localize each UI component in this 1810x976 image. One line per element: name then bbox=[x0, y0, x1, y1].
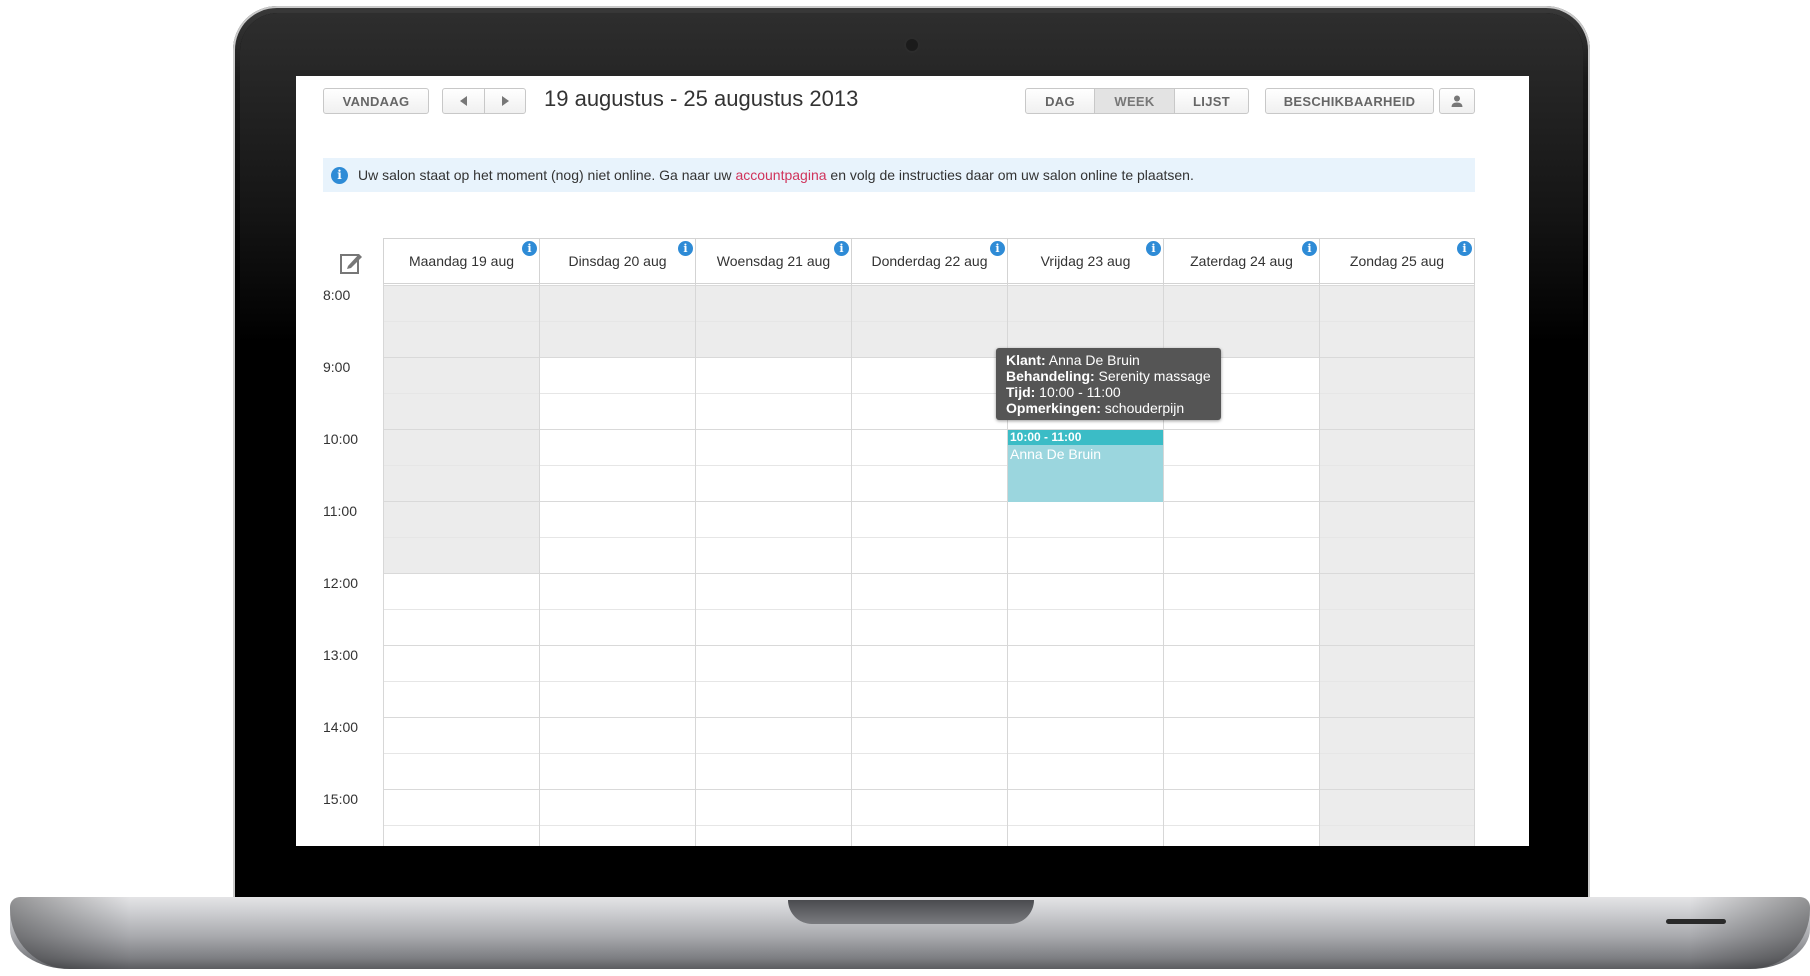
notice-text: Uw salon staat op het moment (nog) niet … bbox=[358, 167, 1194, 183]
notice-text-after: en volg de instructies daar om uw salon … bbox=[826, 167, 1194, 183]
base-shadow-right bbox=[1690, 897, 1810, 969]
day-column[interactable] bbox=[1319, 284, 1475, 846]
tooltip-time-label: Tijd: bbox=[1006, 384, 1036, 400]
appointment-tooltip: Klant: Anna De Bruin Behandeling: Sereni… bbox=[996, 348, 1221, 420]
time-label: 9:00 bbox=[323, 359, 351, 375]
tooltip-notes-label: Opmerkingen: bbox=[1006, 400, 1101, 416]
tab-list[interactable]: LIJST bbox=[1174, 88, 1249, 114]
edit-icon[interactable] bbox=[339, 251, 363, 275]
date-range-title: 19 augustus - 25 augustus 2013 bbox=[544, 86, 859, 111]
time-label: 15:00 bbox=[323, 791, 359, 807]
notice-text-before: Uw salon staat op het moment (nog) niet … bbox=[358, 167, 736, 183]
day-label: Zondag 25 aug bbox=[1349, 253, 1445, 269]
day-header-monday[interactable]: Maandag 19 aug i bbox=[383, 238, 539, 284]
account-page-link[interactable]: accountpagina bbox=[735, 167, 826, 183]
time-label: 12:00 bbox=[323, 575, 359, 591]
day-column[interactable] bbox=[851, 284, 1007, 846]
tooltip-client-row: Klant: Anna De Bruin bbox=[1006, 352, 1211, 368]
tooltip-time-row: Tijd: 10:00 - 11:00 bbox=[1006, 384, 1211, 400]
info-icon[interactable]: i bbox=[1302, 241, 1317, 256]
day-header-friday[interactable]: Vrijdag 23 aug i bbox=[1007, 238, 1163, 284]
tooltip-client-value: Anna De Bruin bbox=[1045, 352, 1140, 368]
offline-notice: i Uw salon staat op het moment (nog) nie… bbox=[323, 158, 1475, 192]
day-header-sunday[interactable]: Zondag 25 aug i bbox=[1319, 238, 1475, 284]
day-label: Dinsdag 20 aug bbox=[568, 253, 667, 269]
day-column[interactable] bbox=[695, 284, 851, 846]
day-header-wednesday[interactable]: Woensdag 21 aug i bbox=[695, 238, 851, 284]
laptop-slot bbox=[1666, 919, 1726, 924]
today-button-label: VANDAAG bbox=[342, 93, 410, 109]
day-header-thursday[interactable]: Donderdag 22 aug i bbox=[851, 238, 1007, 284]
day-column[interactable] bbox=[383, 284, 539, 846]
info-icon[interactable]: i bbox=[1146, 241, 1161, 256]
tooltip-time-value: 10:00 - 11:00 bbox=[1035, 384, 1121, 400]
time-label: 11:00 bbox=[323, 503, 357, 519]
tooltip-notes-row: Opmerkingen: schouderpijn bbox=[1006, 400, 1211, 416]
camera-icon bbox=[904, 37, 920, 53]
availability-button-label: BESCHIKBAARHEID bbox=[1283, 93, 1416, 109]
prev-week-button[interactable] bbox=[442, 88, 485, 114]
calendar-corner bbox=[323, 238, 383, 284]
triangle-left-icon bbox=[459, 96, 467, 106]
day-column[interactable] bbox=[539, 284, 695, 846]
info-icon[interactable]: i bbox=[522, 241, 537, 256]
user-button[interactable] bbox=[1439, 88, 1475, 114]
tab-week[interactable]: WEEK bbox=[1094, 88, 1175, 114]
appointment-client: Anna De Bruin bbox=[1010, 446, 1102, 462]
tooltip-treatment-row: Behandeling: Serenity massage bbox=[1006, 368, 1211, 384]
info-icon[interactable]: i bbox=[1457, 241, 1472, 256]
day-header-tuesday[interactable]: Dinsdag 20 aug i bbox=[539, 238, 695, 284]
day-label: Vrijdag 23 aug bbox=[1040, 253, 1131, 269]
tab-day-label: DAG bbox=[1045, 93, 1075, 109]
day-label: Maandag 19 aug bbox=[408, 253, 515, 269]
tab-day[interactable]: DAG bbox=[1025, 88, 1095, 114]
day-label: Zaterdag 24 aug bbox=[1190, 253, 1293, 269]
appointment-time: 10:00 - 11:00 bbox=[1008, 430, 1163, 445]
tab-list-label: LIJST bbox=[1193, 93, 1230, 109]
calendar-grid[interactable] bbox=[383, 284, 1475, 846]
app-screen: VANDAAG 19 augustus - 25 augustus 2013 D… bbox=[296, 76, 1529, 846]
person-icon bbox=[1451, 95, 1463, 107]
today-button[interactable]: VANDAAG bbox=[323, 88, 429, 114]
tooltip-notes-value: schouderpijn bbox=[1100, 400, 1185, 416]
time-label: 8:00 bbox=[323, 287, 351, 303]
tooltip-treatment-label: Behandeling: bbox=[1006, 368, 1095, 384]
time-label: 13:00 bbox=[323, 647, 359, 663]
info-icon[interactable]: i bbox=[990, 241, 1005, 256]
triangle-right-icon bbox=[502, 96, 509, 106]
info-icon: i bbox=[331, 166, 348, 184]
day-label: Woensdag 21 aug bbox=[716, 253, 831, 269]
next-week-button[interactable] bbox=[484, 88, 526, 114]
week-calendar: Maandag 19 aug i Dinsdag 20 aug i Woensd… bbox=[323, 238, 1475, 846]
day-label: Donderdag 22 aug bbox=[871, 253, 988, 269]
time-label: 14:00 bbox=[323, 719, 359, 735]
tab-week-label: WEEK bbox=[1114, 93, 1155, 109]
appointment-block[interactable]: 10:00 - 11:00 Anna De Bruin bbox=[1008, 430, 1163, 502]
tooltip-client-label: Klant: bbox=[1006, 352, 1046, 368]
info-icon[interactable]: i bbox=[678, 241, 693, 256]
time-label: 10:00 bbox=[323, 431, 359, 447]
laptop-notch bbox=[788, 900, 1034, 924]
availability-button[interactable]: BESCHIKBAARHEID bbox=[1265, 88, 1434, 114]
day-header-saturday[interactable]: Zaterdag 24 aug i bbox=[1163, 238, 1319, 284]
info-icon[interactable]: i bbox=[834, 241, 849, 256]
tooltip-treatment-value: Serenity massage bbox=[1094, 368, 1211, 384]
